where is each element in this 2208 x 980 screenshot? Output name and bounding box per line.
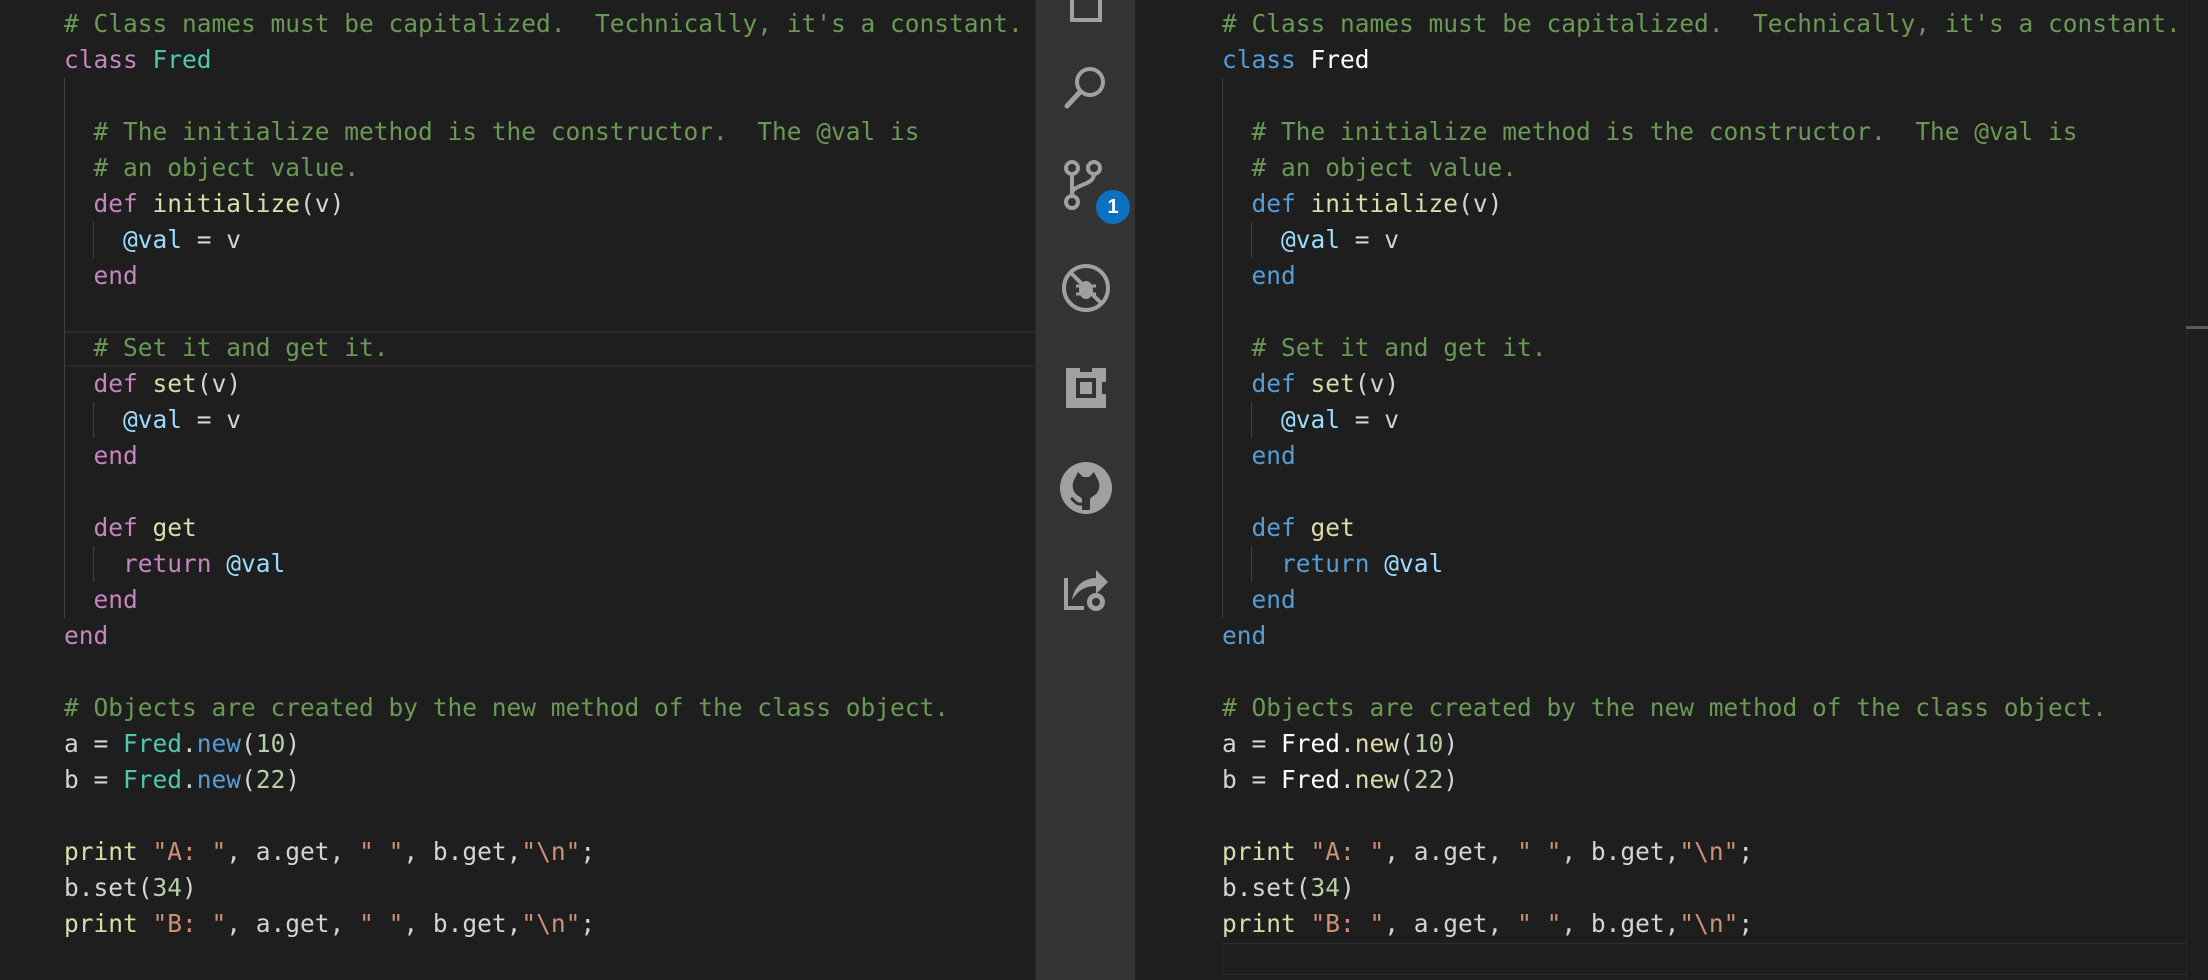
code-line[interactable]: # The initialize method is the construct… (64, 114, 1023, 150)
indent-guide (1222, 78, 1223, 618)
code-line[interactable]: end (64, 258, 1023, 294)
code-line[interactable] (64, 798, 1023, 834)
code-area[interactable]: # Class names must be capitalized. Techn… (64, 6, 1023, 942)
code-line[interactable]: print "B: ", a.get, " ", b.get,"\n"; (64, 906, 1023, 942)
code-line[interactable] (64, 78, 1023, 114)
code-line[interactable]: print "A: ", a.get, " ", b.get,"\n"; (64, 834, 1023, 870)
code-line[interactable]: def initialize(v) (64, 186, 1023, 222)
indent-guide (64, 78, 65, 618)
code-line[interactable] (1222, 798, 2181, 834)
code-line[interactable]: def initialize(v) (1222, 186, 2181, 222)
live-share-icon[interactable] (1058, 560, 1114, 616)
code-line[interactable] (64, 654, 1023, 690)
extensions-icon[interactable] (1058, 360, 1114, 416)
code-line[interactable] (1222, 474, 2181, 510)
code-line[interactable] (64, 294, 1023, 330)
code-line[interactable]: print "A: ", a.get, " ", b.get,"\n"; (1222, 834, 2181, 870)
code-line[interactable]: # Objects are created by the new method … (1222, 690, 2181, 726)
scrollbar[interactable] (2186, 0, 2208, 980)
code-line[interactable] (1222, 294, 2181, 330)
code-line[interactable]: # Objects are created by the new method … (64, 690, 1023, 726)
indent-guide (1251, 402, 1252, 438)
current-line-highlight (1222, 943, 2186, 975)
code-line[interactable] (1222, 654, 2181, 690)
code-line[interactable]: end (64, 582, 1023, 618)
code-line[interactable]: # an object value. (1222, 150, 2181, 186)
source-control-badge: 1 (1096, 190, 1130, 224)
explorer-icon[interactable] (1058, 0, 1114, 30)
code-line[interactable]: a = Fred.new(10) (64, 726, 1023, 762)
code-line[interactable]: a = Fred.new(10) (1222, 726, 2181, 762)
code-line[interactable]: b = Fred.new(22) (1222, 762, 2181, 798)
code-line[interactable]: end (64, 438, 1023, 474)
indent-guide (1251, 546, 1252, 582)
code-line[interactable]: class Fred (64, 42, 1023, 78)
code-line[interactable]: # Set it and get it. (1222, 330, 2181, 366)
code-line[interactable]: return @val (1222, 546, 2181, 582)
code-line[interactable]: # Class names must be capitalized. Techn… (1222, 6, 2181, 42)
github-icon[interactable] (1058, 460, 1114, 516)
code-line[interactable]: end (1222, 258, 2181, 294)
code-line[interactable]: end (1222, 618, 2181, 654)
code-line[interactable]: return @val (64, 546, 1023, 582)
debug-icon[interactable] (1058, 260, 1114, 316)
code-line[interactable]: # Set it and get it. (64, 330, 1023, 366)
code-line[interactable]: @val = v (64, 222, 1023, 258)
code-line[interactable]: # The initialize method is the construct… (1222, 114, 2181, 150)
code-line[interactable]: def set(v) (1222, 366, 2181, 402)
indent-guide (1251, 222, 1252, 258)
indent-guide (93, 546, 94, 582)
code-line[interactable]: # an object value. (64, 150, 1023, 186)
code-area[interactable]: # Class names must be capitalized. Techn… (1222, 6, 2181, 942)
activity-bar: 1 (1035, 0, 1135, 980)
code-line[interactable]: b.set(34) (64, 870, 1023, 906)
code-line[interactable]: @val = v (64, 402, 1023, 438)
code-line[interactable]: @val = v (1222, 402, 2181, 438)
code-line[interactable]: end (1222, 582, 2181, 618)
code-line[interactable] (64, 474, 1023, 510)
indent-guide (93, 402, 94, 438)
scrollbar-marker (2186, 326, 2208, 329)
code-line[interactable]: @val = v (1222, 222, 2181, 258)
code-line[interactable] (1222, 78, 2181, 114)
code-line[interactable]: b.set(34) (1222, 870, 2181, 906)
code-line[interactable]: b = Fred.new(22) (64, 762, 1023, 798)
search-icon[interactable] (1058, 60, 1114, 116)
code-line[interactable]: def get (64, 510, 1023, 546)
code-line[interactable]: end (1222, 438, 2181, 474)
indent-guide (93, 222, 94, 258)
right-editor-pane[interactable]: # Class names must be capitalized. Techn… (1135, 0, 2208, 980)
left-editor-pane[interactable]: # Class names must be capitalized. Techn… (0, 0, 1035, 980)
code-line[interactable]: def set(v) (64, 366, 1023, 402)
code-line[interactable]: print "B: ", a.get, " ", b.get,"\n"; (1222, 906, 2181, 942)
code-line[interactable]: class Fred (1222, 42, 2181, 78)
code-line[interactable]: # Class names must be capitalized. Techn… (64, 6, 1023, 42)
code-line[interactable]: def get (1222, 510, 2181, 546)
code-line[interactable]: end (64, 618, 1023, 654)
